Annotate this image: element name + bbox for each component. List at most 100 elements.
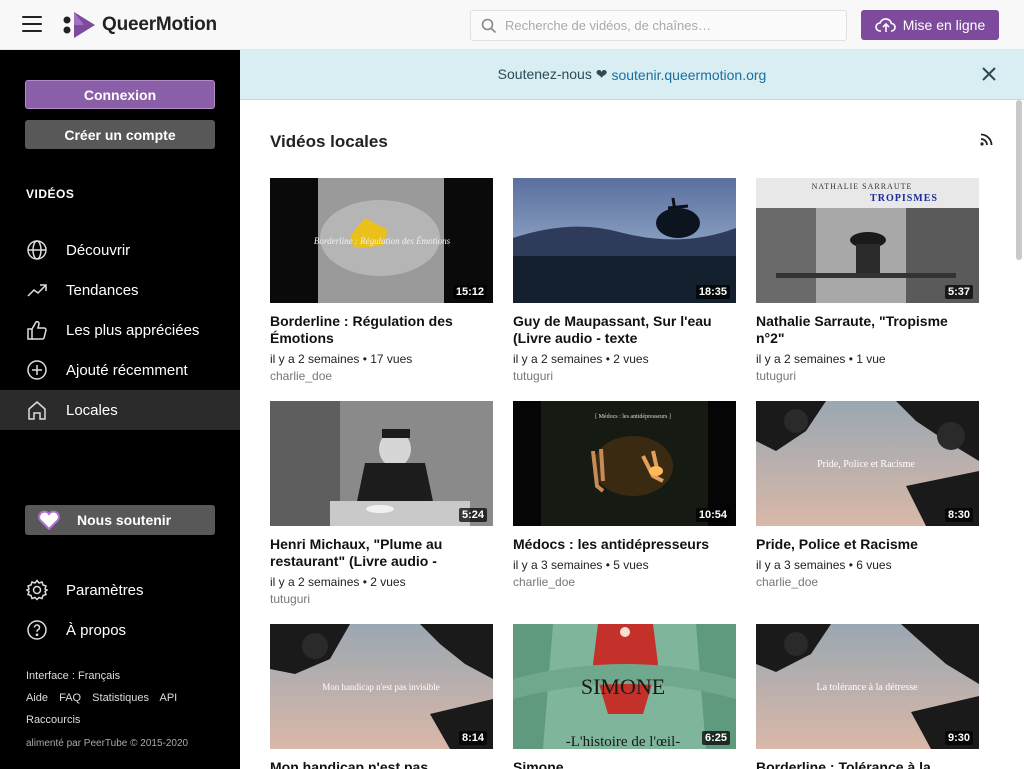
video-card: Mon handicap n'est pas invisible 8:14 Mo… [270, 624, 493, 769]
menu-icon[interactable] [22, 16, 42, 32]
video-duration: 5:24 [458, 508, 487, 522]
sidebar-item-settings[interactable]: Paramètres [0, 570, 240, 610]
svg-text:Pride, Police et Racisme: Pride, Police et Racisme [817, 459, 915, 470]
svg-text:NATHALIE SARRAUTE: NATHALIE SARRAUTE [812, 182, 913, 191]
video-channel[interactable]: tutuguri [270, 592, 493, 606]
sidebar-item-most-liked[interactable]: Les plus appréciées [0, 310, 240, 350]
video-thumbnail[interactable]: Mon handicap n'est pas invisible 8:14 [270, 624, 493, 749]
sidebar-item-label: À propos [66, 621, 127, 639]
close-icon[interactable] [982, 67, 996, 84]
top-header: QueerMotion Mise en ligne [0, 0, 1024, 50]
video-title[interactable]: Borderline : Tolérance à la [756, 759, 979, 769]
trending-icon [26, 279, 48, 301]
video-card: Pride, Police et Racisme 8:30 Pride, Pol… [756, 401, 979, 589]
video-title[interactable]: Guy de Maupassant, Sur l'eau (Livre audi… [513, 313, 736, 347]
video-duration: 15:12 [452, 285, 487, 299]
search-box[interactable] [470, 10, 847, 41]
sidebar-item-label: Découvrir [66, 241, 131, 259]
video-meta: il y a 2 semaines • 1 vue [756, 352, 886, 366]
video-meta: il y a 2 semaines • 2 vues [270, 575, 406, 589]
video-channel[interactable]: charlie_doe [513, 575, 736, 589]
login-button[interactable]: Connexion [25, 80, 215, 109]
search-icon [481, 18, 497, 33]
video-meta: il y a 3 semaines • 5 vues [513, 558, 649, 572]
support-button[interactable]: Nous soutenir [25, 505, 215, 535]
api-link[interactable]: API [160, 692, 178, 704]
video-channel[interactable]: tutuguri [513, 369, 736, 383]
video-title[interactable]: Mon handicap n'est pas [270, 759, 493, 769]
svg-text:TROPISMES: TROPISMES [870, 193, 938, 204]
video-card: [ Médocs : les antidépresseurs ] 10:54 M… [513, 401, 736, 589]
video-duration: 8:30 [944, 508, 973, 522]
sidebar-item-trending[interactable]: Tendances [0, 270, 240, 310]
video-thumbnail[interactable]: 5:24 [270, 401, 493, 526]
scrollbar[interactable] [1016, 100, 1022, 260]
interface-language-link[interactable]: Interface : Français [26, 670, 128, 682]
video-channel[interactable]: charlie_doe [270, 369, 493, 383]
video-card: Borderline : Régulation des Émotions 15:… [270, 178, 493, 383]
logo-icon [60, 10, 96, 40]
footer-links: Aide FAQ Statistiques API [26, 692, 185, 704]
help-link[interactable]: Aide [26, 692, 48, 704]
video-title[interactable]: Nathalie Sarraute, "Tropisme n°2" [756, 313, 979, 347]
video-duration: 18:35 [695, 285, 730, 299]
video-title[interactable]: Simone [513, 759, 736, 769]
video-title[interactable]: Borderline : Régulation des Émotions [270, 313, 493, 347]
video-channel[interactable]: charlie_doe [756, 575, 979, 589]
banner-text: Soutenez-nous ❤ [497, 66, 608, 82]
support-banner: Soutenez-nous ❤ soutenir.queermotion.org [240, 50, 1024, 100]
video-duration: 9:30 [944, 731, 973, 745]
globe-icon [26, 239, 48, 261]
video-card: La tolérance à la détresse 9:30 Borderli… [756, 624, 979, 769]
video-card: NATHALIE SARRAUTE TROPISMES 5:37 Nathali… [756, 178, 979, 383]
video-thumbnail[interactable]: La tolérance à la détresse 9:30 [756, 624, 979, 749]
gear-icon [26, 579, 48, 601]
video-duration: 6:25 [701, 731, 730, 745]
video-thumbnail[interactable]: SIMONE -L'histoire de l'œil- 6:25 [513, 624, 736, 749]
brand-logo[interactable]: QueerMotion [60, 10, 217, 40]
sidebar-item-label: Tendances [66, 281, 139, 299]
video-thumbnail[interactable]: 18:35 [513, 178, 736, 303]
video-title[interactable]: Médocs : les antidépresseurs [513, 536, 736, 553]
video-card: 18:35 Guy de Maupassant, Sur l'eau (Livr… [513, 178, 736, 383]
video-card: 5:24 Henri Michaux, "Plume au restaurant… [270, 401, 493, 606]
video-title[interactable]: Henri Michaux, "Plume au restaurant" (Li… [270, 536, 493, 570]
support-label: Nous soutenir [77, 512, 172, 528]
faq-link[interactable]: FAQ [59, 692, 81, 704]
upload-label: Mise en ligne [902, 17, 986, 33]
video-duration: 5:37 [944, 285, 973, 299]
shortcuts-link[interactable]: Raccourcis [26, 714, 88, 726]
cloud-upload-icon [874, 18, 896, 32]
rss-icon[interactable] [980, 133, 993, 151]
sidebar-item-label: Ajouté récemment [66, 361, 188, 379]
sidebar-item-label: Locales [66, 401, 118, 419]
help-circle-icon [26, 619, 48, 641]
create-account-button[interactable]: Créer un compte [25, 120, 215, 149]
svg-text:-L'histoire de l'œil-: -L'histoire de l'œil- [566, 734, 681, 749]
video-thumbnail[interactable]: Borderline : Régulation des Émotions 15:… [270, 178, 493, 303]
upload-button[interactable]: Mise en ligne [861, 10, 999, 40]
video-duration: 8:14 [458, 731, 487, 745]
video-meta: il y a 3 semaines • 6 vues [756, 558, 892, 572]
video-thumbnail[interactable]: Pride, Police et Racisme 8:30 [756, 401, 979, 526]
sidebar-item-discover[interactable]: Découvrir [0, 230, 240, 270]
video-channel[interactable]: tutuguri [756, 369, 979, 383]
banner-link[interactable]: soutenir.queermotion.org [611, 67, 766, 83]
sidebar-item-label: Les plus appréciées [66, 321, 200, 339]
sidebar-item-recently-added[interactable]: Ajouté récemment [0, 350, 240, 390]
video-duration: 10:54 [695, 508, 730, 522]
powered-by: alimenté par PeerTube © 2015-2020 [26, 738, 189, 749]
stats-link[interactable]: Statistiques [92, 692, 149, 704]
video-meta: il y a 2 semaines • 17 vues [270, 352, 413, 366]
video-title[interactable]: Pride, Police et Racisme [756, 536, 979, 553]
videos-section-title: VIDÉOS [26, 187, 75, 201]
svg-text:Mon handicap n'est pas invisib: Mon handicap n'est pas invisible [322, 682, 440, 692]
video-thumbnail[interactable]: NATHALIE SARRAUTE TROPISMES 5:37 [756, 178, 979, 303]
video-thumbnail[interactable]: [ Médocs : les antidépresseurs ] 10:54 [513, 401, 736, 526]
sidebar-item-about[interactable]: À propos [0, 610, 240, 650]
search-input[interactable] [505, 18, 825, 33]
sidebar-item-local[interactable]: Locales [0, 390, 240, 430]
sidebar-item-label: Paramètres [66, 581, 144, 599]
svg-text:[ Médocs : les antidépresseurs: [ Médocs : les antidépresseurs ] [595, 414, 671, 420]
brand-name: QueerMotion [102, 14, 217, 35]
